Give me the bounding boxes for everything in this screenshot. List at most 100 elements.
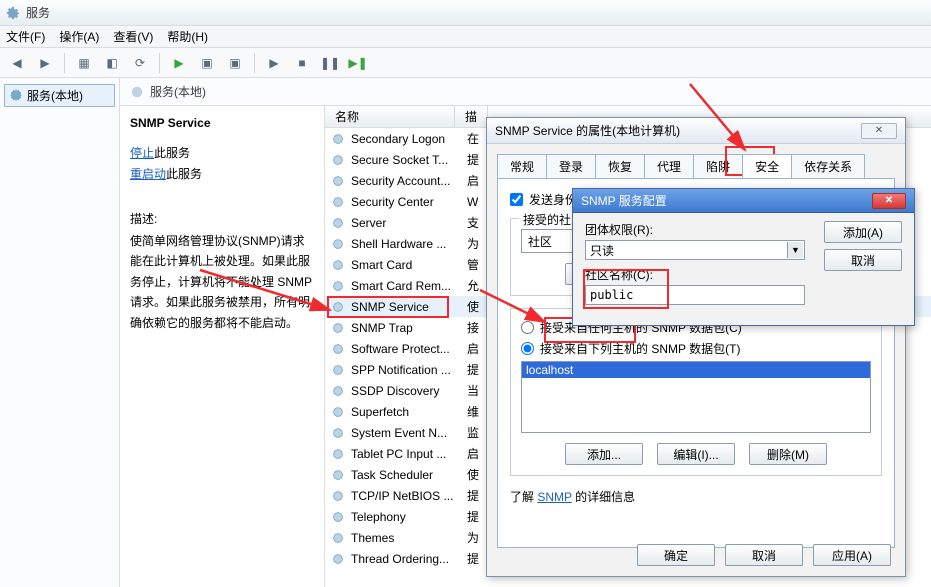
cancel-button[interactable]: 取消 xyxy=(725,544,803,566)
service-name: Tablet PC Input ... xyxy=(351,447,461,461)
config-close-button[interactable]: ✕ xyxy=(872,193,906,209)
service-desc-initial: 提 xyxy=(467,487,479,504)
properties-title: SNMP Service 的属性(本地计算机) xyxy=(495,122,680,139)
tree-root-label: 服务(本地) xyxy=(27,87,83,104)
stop-button[interactable]: ■ xyxy=(291,52,313,74)
desc-body: 使简单网络管理协议(SNMP)请求能在此计算机上被处理。如果此服务停止，计算机将… xyxy=(130,231,314,333)
host-add-button[interactable]: 添加... xyxy=(565,443,643,465)
host-item[interactable]: localhost xyxy=(522,362,870,378)
properties-footer: 确定 取消 应用(A) xyxy=(637,544,891,566)
restart-button[interactable]: ▶❚ xyxy=(347,52,369,74)
gear-icon xyxy=(331,258,345,272)
service-name: Secure Socket T... xyxy=(351,153,461,167)
menu-help[interactable]: 帮助(H) xyxy=(167,28,208,45)
gear-icon xyxy=(331,342,345,356)
service-desc-initial: 启 xyxy=(467,340,479,357)
service-desc-initial: 提 xyxy=(467,151,479,168)
apply-button[interactable]: 应用(A) xyxy=(813,544,891,566)
send-auth-input[interactable] xyxy=(510,193,523,206)
gear-icon xyxy=(331,384,345,398)
gear-icon xyxy=(331,468,345,482)
service-name: SPP Notification ... xyxy=(351,363,461,377)
service-desc-initial: 提 xyxy=(467,361,479,378)
properties-titlebar: SNMP Service 的属性(本地计算机) ✕ xyxy=(487,118,905,144)
host-remove-button[interactable]: 删除(M) xyxy=(749,443,827,465)
service-desc-initial: 管 xyxy=(467,256,479,273)
play-button[interactable]: ▶ xyxy=(263,52,285,74)
tab-logon[interactable]: 登录 xyxy=(546,154,596,178)
tab-security[interactable]: 安全 xyxy=(742,154,792,178)
tab-agent[interactable]: 代理 xyxy=(644,154,694,178)
hosts-listbox[interactable]: localhost xyxy=(521,361,871,433)
pause-button[interactable]: ❚❚ xyxy=(319,52,341,74)
service-desc-initial: 提 xyxy=(467,508,479,525)
refresh-button[interactable]: ⟳ xyxy=(129,52,151,74)
gear-icon xyxy=(331,195,345,209)
host-edit-button[interactable]: 编辑(I)... xyxy=(657,443,735,465)
service-desc-initial: 使 xyxy=(467,298,479,315)
snmp-config-dialog: SNMP 服务配置 ✕ 团体权限(R): 只读▼ 社区名称(C): 添加(A) … xyxy=(572,188,915,326)
service-desc-initial: 支 xyxy=(467,214,479,231)
service-desc-initial: 当 xyxy=(467,382,479,399)
toolbar-btn-1[interactable]: ▦ xyxy=(73,52,95,74)
service-name: Superfetch xyxy=(351,405,461,419)
service-name: Themes xyxy=(351,531,461,545)
community-name-field: 社区名称(C): xyxy=(585,266,902,305)
service-name: SNMP Service xyxy=(351,300,461,314)
back-button[interactable]: ◀ xyxy=(6,52,28,74)
gear-icon xyxy=(331,552,345,566)
service-name: Telephony xyxy=(351,510,461,524)
toolbar-btn-4[interactable]: ▣ xyxy=(196,52,218,74)
detail-pane: SNMP Service 停止此服务 重启动此服务 描述: 使简单网络管理协议(… xyxy=(120,106,325,587)
config-add-button[interactable]: 添加(A) xyxy=(824,221,902,243)
restart-link[interactable]: 重启动 xyxy=(130,167,166,181)
gear-icon xyxy=(331,174,345,188)
col-name[interactable]: 名称 xyxy=(325,106,455,127)
service-desc-initial: 允 xyxy=(467,277,479,294)
menu-file[interactable]: 文件(F) xyxy=(6,28,45,45)
col-desc[interactable]: 描 xyxy=(455,106,488,127)
gear-icon xyxy=(331,363,345,377)
gear-icon xyxy=(331,216,345,230)
toolbar-btn-3[interactable]: ▶ xyxy=(168,52,190,74)
tab-deps[interactable]: 依存关系 xyxy=(791,154,865,178)
center-header: 服务(本地) xyxy=(120,78,931,106)
gear-icon xyxy=(331,489,345,503)
tab-general[interactable]: 常规 xyxy=(497,154,547,178)
tab-recovery[interactable]: 恢复 xyxy=(595,154,645,178)
ok-button[interactable]: 确定 xyxy=(637,544,715,566)
gear-icon xyxy=(331,279,345,293)
radio-listed-hosts[interactable]: 接受来自下列主机的 SNMP 数据包(T) xyxy=(521,340,871,357)
service-desc-initial: W xyxy=(467,195,478,209)
config-cancel-button[interactable]: 取消 xyxy=(824,249,902,271)
gear-icon xyxy=(331,531,345,545)
service-desc-initial: 提 xyxy=(467,550,479,567)
service-name: TCP/IP NetBIOS ... xyxy=(351,489,461,503)
gear-icon xyxy=(331,132,345,146)
menu-action[interactable]: 操作(A) xyxy=(59,28,99,45)
tab-trap[interactable]: 陷阱 xyxy=(693,154,743,178)
window-titlebar: 服务 xyxy=(0,0,931,26)
tree-pane: 服务(本地) xyxy=(0,78,120,587)
gear-icon xyxy=(331,300,345,314)
chevron-down-icon: ▼ xyxy=(787,242,803,258)
stop-link[interactable]: 停止 xyxy=(130,146,154,160)
gear-icon xyxy=(331,405,345,419)
service-name: Software Protect... xyxy=(351,342,461,356)
menu-view[interactable]: 查看(V) xyxy=(113,28,153,45)
gear-icon xyxy=(331,510,345,524)
toolbar-btn-5[interactable]: ▣ xyxy=(224,52,246,74)
community-name-input[interactable] xyxy=(585,285,805,305)
toolbar-btn-2[interactable]: ◧ xyxy=(101,52,123,74)
service-desc-initial: 监 xyxy=(467,424,479,441)
gear-icon xyxy=(331,153,345,167)
service-desc-initial: 为 xyxy=(467,529,479,546)
tree-root-item[interactable]: 服务(本地) xyxy=(4,84,115,107)
rights-select[interactable]: 只读▼ xyxy=(585,240,805,260)
forward-button[interactable]: ▶ xyxy=(34,52,56,74)
service-name: Secondary Logon xyxy=(351,132,461,146)
snmp-link[interactable]: SNMP xyxy=(537,490,571,504)
toolbar: ◀ ▶ ▦ ◧ ⟳ ▶ ▣ ▣ ▶ ■ ❚❚ ▶❚ xyxy=(0,48,931,78)
center-title: 服务(本地) xyxy=(150,83,206,100)
close-button[interactable]: ✕ xyxy=(861,123,897,139)
